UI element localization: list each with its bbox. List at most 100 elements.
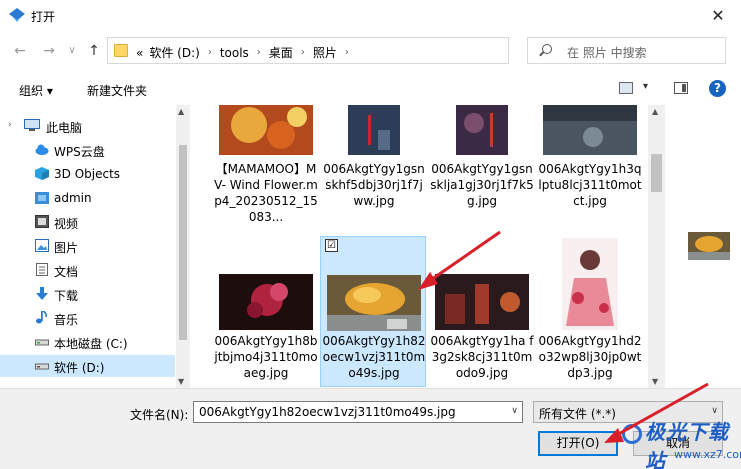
cloud-icon <box>35 144 49 155</box>
sidebar-item-downloads[interactable]: 下载 <box>0 283 175 305</box>
breadcrumb-item[interactable]: tools <box>220 46 249 60</box>
address-bar[interactable]: « 软件 (D:) › tools › 桌面 › 照片 › ∨ ↻ <box>107 37 601 64</box>
file-list: 【MAMAMOO】MV- Wind Flower.mp4_20230512_15… <box>191 105 648 388</box>
file-thumbnail <box>435 274 529 330</box>
sidebar-item-label: 下载 <box>54 289 79 303</box>
sidebar-item-label: admin <box>54 191 92 205</box>
file-name: 006AkgtYgy1gsnsklja1gj30rj1f7k5g.jpg <box>430 162 534 208</box>
computer-icon <box>24 119 40 131</box>
up-button[interactable]: ↑ <box>85 42 103 60</box>
title-bar: 打开 ✕ <box>0 0 741 31</box>
sidebar-item-videos[interactable]: 视频 <box>0 211 175 233</box>
scrollbar-thumb[interactable] <box>179 145 187 340</box>
organize-button[interactable]: 组织 ▾ <box>19 82 53 99</box>
watermark: 极光下载站 www.xz7.com <box>618 412 741 469</box>
file-item[interactable]: 006AkgtYgy1gsnsklja1gj30rj1f7k5g.jpg <box>429 105 535 231</box>
breadcrumb-item[interactable]: 桌面 <box>269 44 293 61</box>
file-item[interactable]: 006AkgtYgy1hd2o32wp8lj30jp0wtdp3.jpg <box>537 238 643 386</box>
scroll-down-icon[interactable]: ▼ <box>178 377 184 386</box>
file-name: 006AkgtYgy1h8bjtbjmo4j311t0moaeg.jpg <box>214 334 318 380</box>
chevron-down-icon[interactable]: ∨ <box>511 406 518 416</box>
file-item[interactable]: 【MAMAMOO】MV- Wind Flower.mp4_20230512_15… <box>213 105 319 231</box>
back-button[interactable]: ← <box>11 42 29 60</box>
drive-icon <box>35 339 49 346</box>
file-item[interactable]: 006AkgtYgy1ha f3g2sk8cj311t0modo9.jpg <box>429 238 535 386</box>
breadcrumb-item[interactable]: 软件 (D:) <box>149 44 199 61</box>
filename-value[interactable]: 006AkgtYgy1h82oecw1vzj311t0mo49s.jpg <box>199 405 456 419</box>
new-folder-button[interactable]: 新建文件夹 <box>87 82 147 99</box>
preview-pane-icon[interactable] <box>674 82 688 94</box>
sidebar-item-music[interactable]: 音乐 <box>0 307 175 329</box>
scrollbar-thumb[interactable] <box>651 154 662 192</box>
sidebar-item-label: 图片 <box>54 241 79 255</box>
help-icon[interactable]: ? <box>709 80 726 97</box>
scroll-up-icon[interactable]: ▲ <box>652 107 658 116</box>
sidebar-scrollbar[interactable]: ▲ ▼ <box>176 105 190 388</box>
navigation-bar: ← → ∨ ↑ « 软件 (D:) › tools › 桌面 › 照片 › ∨ … <box>0 33 741 69</box>
watermark-logo-icon <box>622 424 642 444</box>
file-name: 006AkgtYgy1ha f3g2sk8cj311t0modo9.jpg <box>430 334 534 380</box>
music-icon <box>36 311 47 324</box>
sidebar-item-pictures[interactable]: 图片 <box>0 235 175 257</box>
view-dropdown-icon[interactable]: ▾ <box>643 81 648 92</box>
expand-icon[interactable]: › <box>8 120 12 130</box>
video-icon <box>35 215 49 228</box>
close-button[interactable]: ✕ <box>695 0 741 31</box>
watermark-url: www.xz7.com <box>674 448 741 461</box>
scroll-up-icon[interactable]: ▲ <box>178 107 184 116</box>
file-thumbnail <box>219 105 313 155</box>
preview-image <box>688 232 730 260</box>
open-button[interactable]: 打开(O) <box>538 431 618 456</box>
selection-checkbox[interactable]: ☑ <box>325 239 338 252</box>
sidebar-item-drive-d[interactable]: 软件 (D:) <box>0 355 175 377</box>
sidebar-item-label: 此电脑 <box>46 121 83 135</box>
file-name: 006AkgtYgy1hd2o32wp8lj30jp0wtdp3.jpg <box>538 334 642 380</box>
breadcrumb-overflow[interactable]: « <box>136 46 143 60</box>
file-name: 【MAMAMOO】MV- Wind Flower.mp4_20230512_15… <box>214 162 318 224</box>
change-view-icon[interactable] <box>619 82 633 94</box>
chevron-right-icon[interactable]: › <box>208 47 212 58</box>
sidebar-item-3d-objects[interactable]: 3D Objects <box>0 163 175 185</box>
filename-field[interactable]: 006AkgtYgy1h82oecw1vzj311t0mo49s.jpg ∨ <box>193 401 523 423</box>
forward-button[interactable]: → <box>40 42 58 60</box>
sidebar-item-admin[interactable]: admin <box>0 187 175 209</box>
file-item[interactable]: 006AkgtYgy1gsnskhf5dbj30rj1f7jww.jpg <box>321 105 427 231</box>
document-icon <box>36 263 48 276</box>
chevron-right-icon[interactable]: › <box>257 47 261 58</box>
sidebar-item-label: 文档 <box>54 265 79 279</box>
sidebar-item-drive-c[interactable]: 本地磁盘 (C:) <box>0 331 175 353</box>
download-icon <box>36 287 48 300</box>
file-thumbnail <box>219 274 313 330</box>
sidebar-item-this-pc[interactable]: › 此电脑 <box>0 115 175 137</box>
filename-label: 文件名(N): <box>130 408 189 422</box>
sidebar-item-label: 音乐 <box>54 313 79 327</box>
watermark-text: 极光下载站 <box>645 420 729 469</box>
file-thumbnail <box>562 238 618 330</box>
file-thumbnail <box>456 105 508 155</box>
chevron-right-icon[interactable]: › <box>345 47 349 58</box>
sidebar-item-label: 3D Objects <box>54 167 121 181</box>
sidebar-item-label: WPS云盘 <box>54 145 105 159</box>
sidebar-item-documents[interactable]: 文档 <box>0 259 175 281</box>
scroll-down-icon[interactable]: ▼ <box>652 377 658 386</box>
file-item[interactable]: 006AkgtYgy1h8bjtbjmo4j311t0moaeg.jpg <box>213 238 319 386</box>
sidebar-item-label: 软件 (D:) <box>54 361 105 375</box>
file-name: 006AkgtYgy1h82oecw1vzj311t0mo49s.jpg <box>322 334 426 380</box>
recent-locations-button[interactable]: ∨ <box>63 42 81 60</box>
sidebar-item-label: 视频 <box>54 217 79 231</box>
drive-icon <box>35 363 49 370</box>
file-item-selected[interactable]: ☑ 006AkgtYgy1h82oecw1vzj311t0mo49s.jpg <box>320 236 426 387</box>
3d-objects-icon <box>35 167 49 180</box>
file-name: 006AkgtYgy1h3qlptu8lcj311t0motct.jpg <box>538 162 642 208</box>
toolbar: 组织 ▾ 新建文件夹 ▾ ? <box>0 76 741 102</box>
search-placeholder: 在 照片 中搜索 <box>567 46 647 60</box>
file-list-scrollbar[interactable]: ▲ ▼ <box>648 105 665 388</box>
app-logo-icon <box>9 8 25 22</box>
search-input[interactable]: 在 照片 中搜索 <box>527 37 726 64</box>
chevron-right-icon[interactable]: › <box>301 47 305 58</box>
breadcrumb-item[interactable]: 照片 <box>313 44 337 61</box>
breadcrumb: « 软件 (D:) › tools › 桌面 › 照片 › <box>136 44 357 61</box>
sidebar-item-wps-cloud[interactable]: WPS云盘 <box>0 139 175 161</box>
file-item[interactable]: 006AkgtYgy1h3qlptu8lcj311t0motct.jpg <box>537 105 643 231</box>
pictures-icon <box>35 239 49 252</box>
